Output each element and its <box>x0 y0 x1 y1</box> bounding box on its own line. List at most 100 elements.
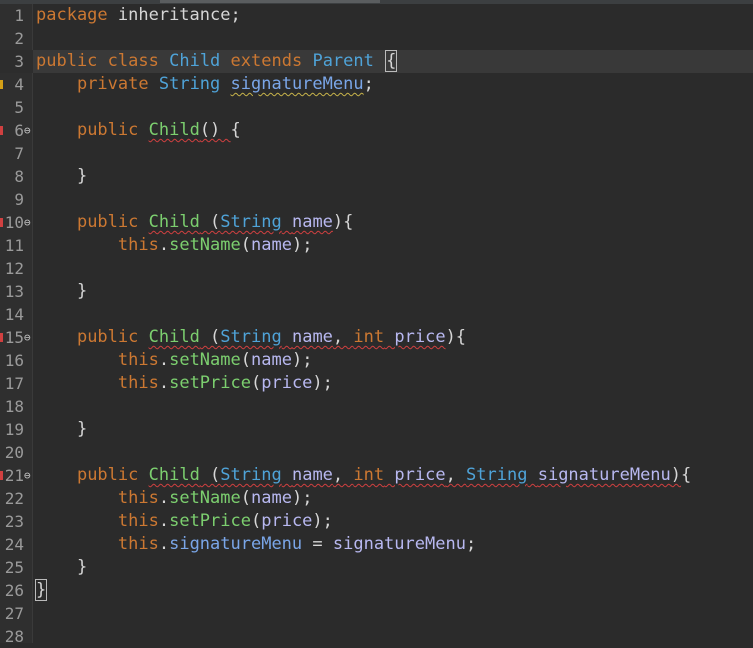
code-text[interactable]: package inheritance; <box>36 4 241 27</box>
code-token: } <box>36 557 88 577</box>
code-text[interactable]: public Child() { <box>36 119 241 142</box>
code-text[interactable]: public Child (String name){ <box>36 211 353 234</box>
code-line[interactable]: 5 <box>0 96 753 119</box>
fold-toggle-icon[interactable]: ⊖ <box>24 326 31 349</box>
code-line[interactable]: 21 ⊖ public Child (String name, int price… <box>0 464 753 487</box>
code-token: ){ <box>445 327 467 347</box>
code-token: , <box>445 465 467 485</box>
line-number: 20 <box>4 443 24 462</box>
code-line[interactable]: 19 } <box>0 418 753 441</box>
code-token: Child <box>148 120 200 140</box>
code-line[interactable]: 14 <box>0 303 753 326</box>
code-token: setPrice <box>169 373 251 393</box>
code-line[interactable]: 8 } <box>0 165 753 188</box>
code-token: public <box>76 212 139 232</box>
code-text[interactable]: } <box>36 418 87 441</box>
code-token: } <box>34 579 48 601</box>
code-editor[interactable]: 1 package inheritance; 2 3 public class Chil… <box>0 0 753 646</box>
line-number: 27 <box>4 604 24 623</box>
code-token: price <box>261 511 313 531</box>
code-line[interactable]: 23 this.setPrice(price); <box>0 510 753 533</box>
code-line[interactable]: 9 <box>0 188 753 211</box>
line-number: 25 <box>4 558 24 577</box>
code-token: ) <box>670 465 682 485</box>
code-line[interactable]: 6 ⊖ public Child() { <box>0 119 753 142</box>
code-line[interactable]: 25 } <box>0 556 753 579</box>
code-line[interactable]: 26} <box>0 579 753 602</box>
code-lines[interactable]: 1 package inheritance; 2 3 public class Chil… <box>0 4 753 648</box>
code-line[interactable]: 2 <box>0 27 753 50</box>
code-text[interactable]: private String signatureMenu; <box>36 73 374 96</box>
code-text[interactable]: public Child (String name, int price){ <box>36 326 466 349</box>
code-text[interactable]: } <box>36 556 87 579</box>
fold-toggle-icon[interactable]: ⊖ <box>24 211 31 234</box>
line-number: 19 <box>4 420 24 439</box>
code-token: setName <box>169 350 241 370</box>
code-line[interactable]: 13 } <box>0 280 753 303</box>
fold-toggle-icon[interactable]: ⊖ <box>24 464 31 487</box>
code-text[interactable]: public class Child extends Parent { <box>36 50 398 73</box>
code-text[interactable]: } <box>36 165 87 188</box>
code-token: price <box>261 373 313 393</box>
code-line[interactable]: 12 <box>0 257 753 280</box>
code-text[interactable]: } <box>36 280 87 303</box>
code-token: package <box>36 5 108 25</box>
code-token: . <box>158 511 170 531</box>
code-line[interactable]: 22 this.setName(name); <box>0 487 753 510</box>
code-text[interactable]: } <box>34 579 48 602</box>
code-token: ); <box>291 488 313 508</box>
line-number: 3 <box>14 52 24 71</box>
code-text[interactable]: this.setName(name); <box>36 487 313 510</box>
code-line[interactable]: 20 <box>0 441 753 464</box>
code-token: price <box>394 327 446 347</box>
code-text[interactable]: this.signatureMenu = signatureMenu; <box>36 533 476 556</box>
code-line[interactable]: 7 <box>0 142 753 165</box>
code-text[interactable]: this.setPrice(price); <box>36 372 333 395</box>
code-line[interactable]: 24 this.signatureMenu = signatureMenu; <box>0 533 753 556</box>
code-line[interactable]: 15 ⊖ public Child (String name, int price… <box>0 326 753 349</box>
code-line[interactable]: 4 private String signatureMenu; <box>0 73 753 96</box>
code-text[interactable]: this.setPrice(price); <box>36 510 333 533</box>
code-line[interactable]: 3 public class Child extends Parent { <box>0 50 753 73</box>
code-token: inheritance; <box>107 5 241 25</box>
code-token: class <box>107 51 159 71</box>
code-text[interactable]: public Child (String name, int price, St… <box>36 464 691 487</box>
code-line[interactable]: 17 this.setPrice(price); <box>0 372 753 395</box>
code-token: name <box>251 488 292 508</box>
code-token: } <box>36 166 88 186</box>
code-line[interactable]: 10 ⊖ public Child (String name){ <box>0 211 753 234</box>
code-text[interactable]: this.setName(name); <box>36 349 313 372</box>
code-token: name <box>251 235 292 255</box>
code-line[interactable]: 18 <box>0 395 753 418</box>
code-token: public <box>76 327 139 347</box>
code-token: } <box>36 281 88 301</box>
code-line[interactable]: 11 this.setName(name); <box>0 234 753 257</box>
code-token: Child <box>148 327 200 347</box>
code-token: this <box>117 350 159 370</box>
code-line[interactable]: 28 <box>0 625 753 648</box>
code-line[interactable]: 16 this.setName(name); <box>0 349 753 372</box>
code-token: this <box>117 488 159 508</box>
code-line[interactable]: 1 package inheritance; <box>0 4 753 27</box>
code-token: name <box>291 212 333 232</box>
line-number: 15 <box>4 328 24 347</box>
code-text[interactable]: this.setName(name); <box>36 234 313 257</box>
code-line[interactable]: 27 <box>0 602 753 625</box>
code-token: ); <box>312 373 333 393</box>
code-token: ; <box>363 74 374 94</box>
fold-toggle-icon[interactable]: ⊖ <box>24 119 31 142</box>
code-token: signatureMenu <box>537 465 671 485</box>
code-token: Child <box>148 212 200 232</box>
line-number: 28 <box>4 627 24 646</box>
